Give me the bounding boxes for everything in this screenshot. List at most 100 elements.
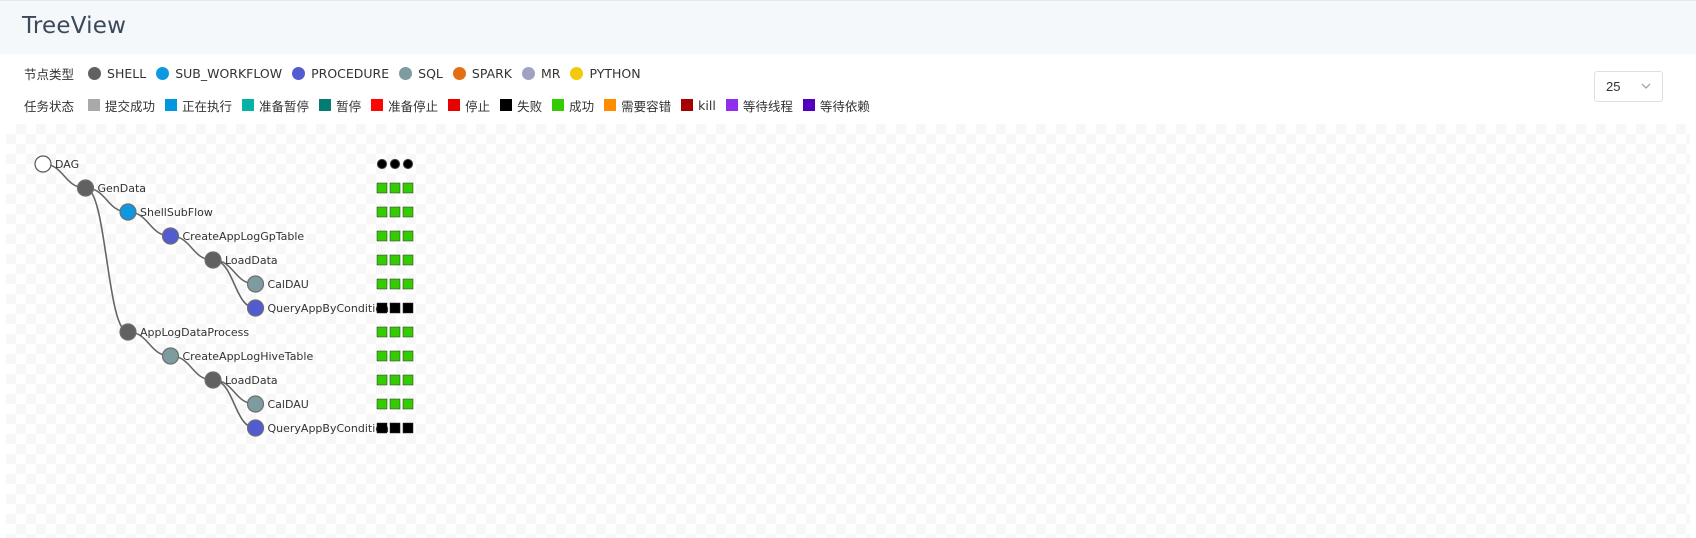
tree-node-circle[interactable]	[119, 323, 137, 341]
tree-node-circle[interactable]	[34, 155, 52, 173]
tree-node-circle[interactable]	[119, 203, 137, 221]
task-state-marker[interactable]	[389, 422, 401, 434]
node-type-label: PYTHON	[589, 65, 641, 81]
node-type-label: MR	[541, 65, 561, 81]
task-state-square-icon	[500, 99, 513, 111]
task-state-square-icon	[604, 99, 617, 111]
tree-node-label: AppLogDataProcess	[140, 326, 249, 339]
task-state-marker[interactable]	[376, 326, 388, 338]
task-state-marker[interactable]	[376, 374, 388, 386]
tree-node-label: CreateAppLogGpTable	[183, 230, 305, 243]
task-state-marker[interactable]	[402, 302, 414, 314]
limit-select[interactable]: 25	[1594, 71, 1663, 102]
task-state-marker[interactable]	[402, 182, 414, 194]
node-type-shell: SHELL	[88, 66, 146, 81]
task-state-marker[interactable]	[376, 422, 388, 434]
tree-node-loaddata[interactable]: LoadData	[204, 251, 278, 269]
task-state-square-icon	[802, 99, 815, 111]
tree-node-label: QueryAppByCondition	[268, 422, 389, 435]
task-state-legend-label: 任务状态	[24, 98, 75, 114]
tree-node-applogdataprocess[interactable]: AppLogDataProcess	[119, 323, 249, 341]
node-type-dot-icon	[570, 66, 584, 80]
task-state-square-icon	[319, 99, 332, 111]
tree-node-circle[interactable]	[161, 227, 180, 245]
task-state-marker[interactable]	[389, 326, 401, 338]
instance-marker[interactable]	[376, 158, 388, 170]
tree-node-circle[interactable]	[204, 371, 222, 389]
task-state-square-icon	[371, 99, 384, 111]
task-state-marker[interactable]	[389, 230, 401, 242]
task-state-marker[interactable]	[402, 206, 414, 218]
task-state-marker[interactable]	[389, 182, 401, 194]
node-type-label: SUB_WORKFLOW	[175, 65, 283, 81]
task-state-item-11: 等待依赖	[802, 96, 870, 115]
tree-node-gendata[interactable]: GenData	[76, 179, 147, 197]
task-state-marker[interactable]	[402, 326, 414, 338]
tree-node-createapploggptable[interactable]: CreateAppLogGpTable	[161, 227, 305, 245]
task-state-label: 暂停	[336, 98, 362, 114]
task-state-marker[interactable]	[376, 182, 388, 194]
node-type-spark: SPARK	[452, 66, 512, 81]
tree-node-caldau[interactable]: CalDAU	[246, 275, 309, 293]
tree-node-queryappbycondition[interactable]: QueryAppByCondition	[246, 419, 389, 437]
tree-node-circle[interactable]	[246, 419, 265, 437]
task-state-marker[interactable]	[389, 206, 401, 218]
task-state-marker[interactable]	[402, 254, 414, 266]
tree-node-label: CreateAppLogHiveTable	[183, 350, 314, 363]
task-state-marker[interactable]	[402, 230, 414, 242]
limit-select-value: 25	[1606, 79, 1621, 94]
task-state-marker[interactable]	[376, 206, 388, 218]
node-type-dot-icon	[399, 66, 413, 80]
task-state-marker[interactable]	[402, 278, 414, 290]
tree-node-circle[interactable]	[76, 179, 95, 197]
tree-node-queryappbycondition[interactable]: QueryAppByCondition	[246, 299, 389, 317]
task-state-marker[interactable]	[389, 350, 401, 362]
task-state-item-0: 提交成功	[88, 96, 155, 115]
task-state-marker[interactable]	[389, 278, 401, 290]
tree-node-label: LoadData	[225, 374, 278, 387]
task-state-square-icon	[448, 99, 461, 111]
task-state-marker[interactable]	[389, 374, 401, 386]
tree-node-label: QueryAppByCondition	[268, 302, 389, 315]
task-state-label: 正在执行	[182, 98, 233, 114]
node-type-procedure: PROCEDURE	[292, 66, 389, 81]
node-type-dot-icon	[452, 66, 466, 80]
instance-marker[interactable]	[389, 158, 401, 170]
task-state-marker[interactable]	[376, 302, 388, 314]
task-state-marker[interactable]	[376, 230, 388, 242]
tree-node-dag[interactable]: DAG	[34, 155, 79, 173]
task-state-marker[interactable]	[376, 254, 388, 266]
node-type-dot-icon	[88, 66, 102, 80]
tree-node-caldau[interactable]: CalDAU	[246, 395, 309, 413]
task-state-square-icon	[165, 99, 178, 111]
task-state-label: 成功	[569, 98, 595, 114]
instance-marker[interactable]	[402, 158, 414, 170]
task-state-marker[interactable]	[402, 422, 414, 434]
tree-node-circle[interactable]	[161, 347, 180, 365]
tree-node-circle[interactable]	[204, 251, 222, 269]
task-state-item-7: 成功	[552, 96, 594, 115]
tree-node-createapploghivetable[interactable]: CreateAppLogHiveTable	[161, 347, 314, 365]
tree-node-shellsubflow[interactable]: ShellSubFlow	[119, 203, 213, 221]
task-state-marker[interactable]	[376, 350, 388, 362]
task-state-item-1: 正在执行	[165, 96, 232, 115]
task-state-item-2: 准备暂停	[242, 96, 309, 115]
task-state-marker[interactable]	[402, 374, 414, 386]
node-type-dot-icon	[156, 66, 170, 80]
task-state-marker[interactable]	[389, 302, 401, 314]
chevron-down-icon	[1641, 83, 1651, 89]
node-type-label: SHELL	[107, 65, 147, 81]
tree-node-circle[interactable]	[246, 275, 265, 293]
tree-node-loaddata[interactable]: LoadData	[204, 371, 278, 389]
task-state-marker[interactable]	[389, 254, 401, 266]
tree-node-label: LoadData	[225, 254, 278, 267]
task-state-marker[interactable]	[402, 350, 414, 362]
task-state-marker[interactable]	[389, 398, 401, 410]
task-state-marker[interactable]	[402, 398, 414, 410]
task-state-marker[interactable]	[376, 398, 388, 410]
tree-node-circle[interactable]	[246, 395, 265, 413]
task-state-marker[interactable]	[376, 278, 388, 290]
tree-node-circle[interactable]	[246, 299, 265, 317]
task-state-item-4: 准备停止	[371, 96, 438, 115]
task-state-label: 停止	[465, 98, 491, 114]
